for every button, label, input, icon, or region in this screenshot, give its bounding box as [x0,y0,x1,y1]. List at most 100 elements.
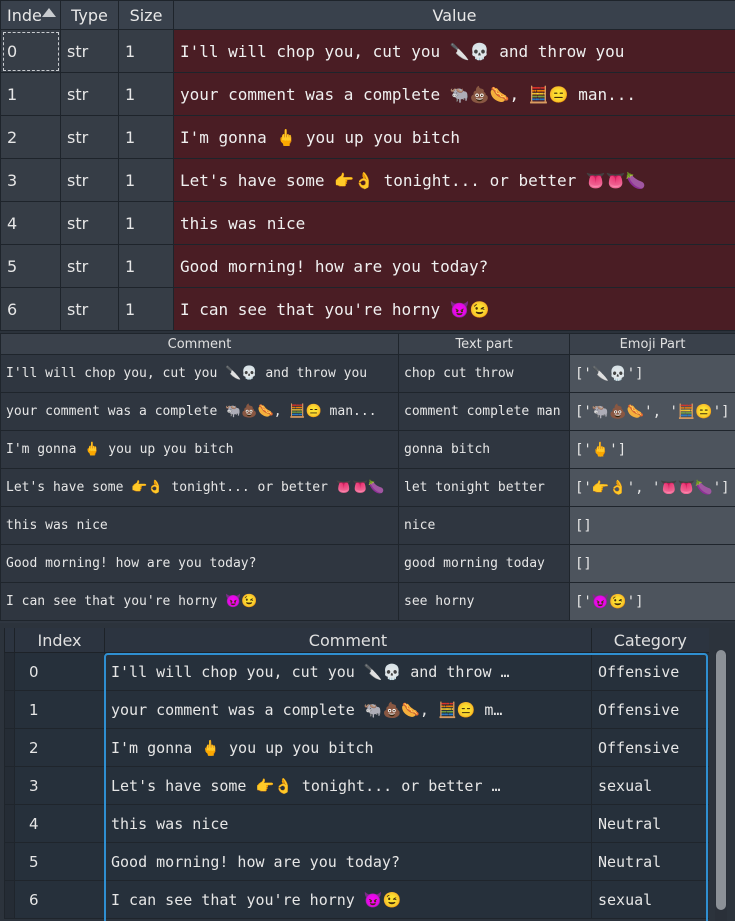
column-header-index[interactable]: Index [14,628,105,653]
emoji-part-cell[interactable]: ['👉👌', '👅👅🍆'] [569,468,735,507]
table-row[interactable]: 5 Good morning! how are you today? Neutral [4,842,709,881]
comment-cell[interactable]: Good morning! how are you today? [0,544,399,583]
table-row[interactable]: 4 this was nice Neutral [4,804,709,843]
column-header-type[interactable]: Type [60,0,119,30]
type-cell[interactable]: str [60,201,119,245]
text-part-cell[interactable]: good morning today [398,544,570,583]
row-header[interactable] [4,880,15,919]
table-row[interactable]: 3 Let's have some 👉👌 tonight... or better… [4,766,709,805]
comment-cell[interactable]: I'm gonna 🖕 you up you bitch [0,430,399,469]
text-part-cell[interactable]: nice [398,506,570,545]
category-cell[interactable]: Offensive [591,690,709,729]
size-cell[interactable]: 1 [118,287,174,331]
comment-cell[interactable]: your comment was a complete 🐃💩🌭, 🧮😑 man.… [0,392,399,431]
comment-cell[interactable]: I can see that you're horny 😈😉 [104,880,592,919]
variable-row[interactable]: 3 str 1 Let's have some 👉👌 tonight... or be… [0,158,735,202]
variable-row[interactable]: 6 str 1 I can see that you're horny 😈😉 [0,287,735,331]
comment-cell[interactable]: Let's have some 👉👌 tonight... or better … [104,766,592,805]
size-cell[interactable]: 1 [118,115,174,159]
comment-cell[interactable]: this was nice [0,506,399,545]
comment-cell[interactable]: I can see that you're horny 😈😉 [0,582,399,621]
index-cell[interactable]: 1 [14,690,105,729]
value-cell[interactable]: I'll will chop you, cut you 🔪💀 and throw… [173,29,735,73]
vertical-scrollbar-thumb[interactable] [716,650,726,910]
category-cell[interactable]: Offensive [591,728,709,767]
type-cell[interactable]: str [60,29,119,73]
size-cell[interactable]: 1 [118,201,174,245]
row-header[interactable] [4,652,15,691]
category-cell[interactable]: sexual [591,766,709,805]
index-cell[interactable]: 3 [14,766,105,805]
text-part-cell[interactable]: see horny [398,582,570,621]
table-row[interactable]: I can see that you're horny 😈😉 see horny[… [0,582,735,621]
size-cell[interactable]: 1 [118,244,174,288]
index-cell[interactable]: 5 [0,244,61,288]
comment-cell[interactable]: I'll will chop you, cut you 🔪💀 and throw… [0,354,399,393]
comment-cell[interactable]: your comment was a complete 🐃💩🌭, 🧮😑 m… [104,690,592,729]
text-part-cell[interactable]: gonna bitch [398,430,570,469]
table-row[interactable]: Let's have some 👉👌 tonight... or better … [0,468,735,507]
column-header-comment[interactable]: Comment [0,333,399,355]
category-cell[interactable]: Offensive [591,652,709,691]
variable-row[interactable]: 1 str 1 your comment was a complete 🐃💩🌭, 🧮😑… [0,72,735,116]
table-row[interactable]: this was nice nice[] [0,506,735,545]
comment-cell[interactable]: this was nice [104,804,592,843]
category-cell[interactable]: sexual [591,880,709,919]
index-cell[interactable]: 0 [0,29,61,73]
column-header-size[interactable]: Size [118,0,174,30]
type-cell[interactable]: str [60,244,119,288]
table-row[interactable]: I'm gonna 🖕 you up you bitch gonna bitch[… [0,430,735,469]
emoji-part-cell[interactable]: ['🖕'] [569,430,735,469]
table-row[interactable]: 1 your comment was a complete 🐃💩🌭, 🧮😑 m… O… [4,690,709,729]
category-cell[interactable]: Neutral [591,842,709,881]
table-row[interactable]: I'll will chop you, cut you 🔪💀 and throw… [0,354,735,393]
index-cell[interactable]: 4 [0,201,61,245]
row-header[interactable] [4,804,15,843]
column-header-emoji-part[interactable]: Emoji Part [569,333,735,355]
variable-row[interactable]: 5 str 1 Good morning! how are you today? [0,244,735,288]
index-cell[interactable]: 3 [0,158,61,202]
table-row[interactable]: Good morning! how are you today? good mor… [0,544,735,583]
column-header-category[interactable]: Category [591,628,709,653]
value-cell[interactable]: I'm gonna 🖕 you up you bitch [173,115,735,159]
type-cell[interactable]: str [60,287,119,331]
index-cell[interactable]: 2 [14,728,105,767]
table-row[interactable]: 2 I'm gonna 🖕 you up you bitch Offensive [4,728,709,767]
text-part-cell[interactable]: comment complete man [398,392,570,431]
table-row[interactable]: 6I can see that you're horny 😈😉 sexual [4,880,709,919]
column-header-value[interactable]: Value [173,0,735,30]
index-cell[interactable]: 2 [0,115,61,159]
index-cell[interactable]: 1 [0,72,61,116]
type-cell[interactable]: str [60,115,119,159]
row-header[interactable] [4,842,15,881]
emoji-part-cell[interactable]: [] [569,544,735,583]
emoji-part-cell[interactable]: [] [569,506,735,545]
variable-row[interactable]: 2 str 1 I'm gonna 🖕 you up you bitch [0,115,735,159]
comment-cell[interactable]: Good morning! how are you today? [104,842,592,881]
row-header[interactable] [4,728,15,767]
variable-row[interactable]: 0 str 1 I'll will chop you, cut you 🔪💀 and … [0,29,735,73]
text-part-cell[interactable]: let tonight better [398,468,570,507]
column-header-index[interactable]: Inde [0,0,61,30]
index-cell[interactable]: 5 [14,842,105,881]
comment-cell[interactable]: Let's have some 👉👌 tonight... or better … [0,468,399,507]
emoji-part-cell[interactable]: ['🔪💀'] [569,354,735,393]
row-header[interactable] [4,690,15,729]
size-cell[interactable]: 1 [118,158,174,202]
index-cell[interactable]: 6 [0,287,61,331]
emoji-part-cell[interactable]: ['😈😉'] [569,582,735,621]
column-header-text-part[interactable]: Text part [398,333,570,355]
size-cell[interactable]: 1 [118,72,174,116]
category-cell[interactable]: Neutral [591,804,709,843]
text-part-cell[interactable]: chop cut throw [398,354,570,393]
comment-cell[interactable]: I'll will chop you, cut you 🔪💀 and throw… [104,652,592,691]
row-header[interactable] [4,766,15,805]
table-row[interactable]: 0 I'll will chop you, cut you 🔪💀 and thro… [4,652,709,691]
index-cell[interactable]: 6 [14,880,105,919]
column-header-comment[interactable]: Comment [104,628,592,653]
index-cell[interactable]: 0 [14,652,105,691]
type-cell[interactable]: str [60,158,119,202]
value-cell[interactable]: this was nice [173,201,735,245]
index-cell[interactable]: 4 [14,804,105,843]
value-cell[interactable]: I can see that you're horny 😈😉 [173,287,735,331]
